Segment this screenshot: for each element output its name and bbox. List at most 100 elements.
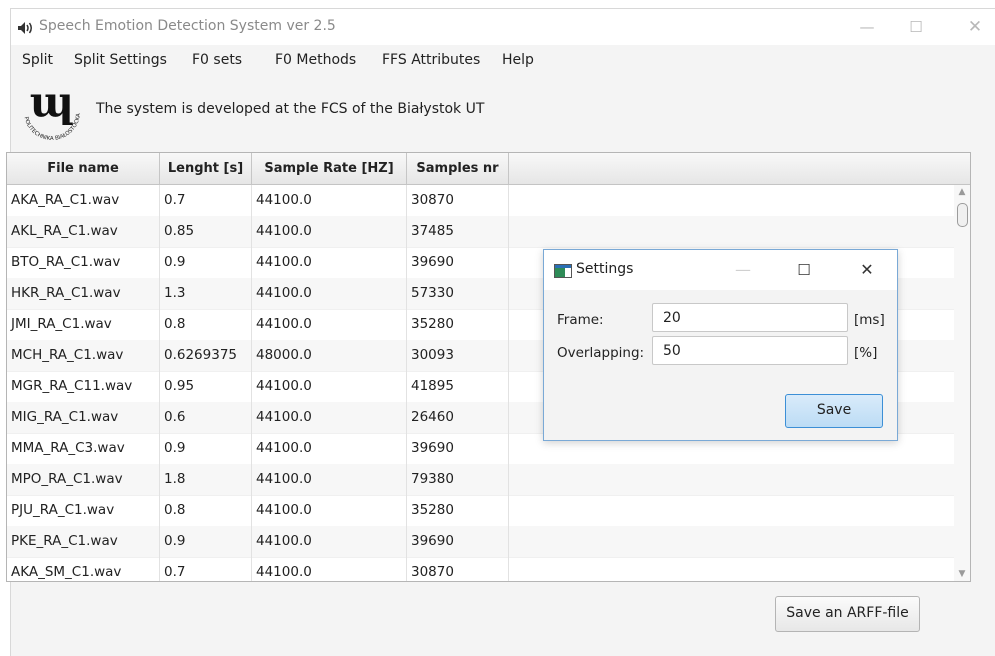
cell-samples-nr: 37485 [407,216,509,247]
column-header-filler [509,153,970,184]
table-row[interactable]: AKA_RA_C1.wav 0.7 44100.0 30870 [7,185,954,217]
cell-sample-rate: 44100.0 [252,464,407,495]
cell-sample-rate: 44100.0 [252,495,407,526]
cell-file-name: PJU_RA_C1.wav [7,495,160,526]
menu-split[interactable]: Split [22,52,53,68]
cell-samples-nr: 39690 [407,433,509,464]
cell-sample-rate: 44100.0 [252,557,407,581]
cell-file-name: MMA_RA_C3.wav [7,433,160,464]
save-arff-button[interactable]: Save an ARFF-file [775,596,920,632]
frame-field[interactable] [652,303,848,332]
overlapping-field[interactable] [652,336,848,365]
table-row[interactable]: PJU_RA_C1.wav 0.8 44100.0 35280 [7,495,954,527]
frame-label: Frame: [557,312,604,328]
university-logo: ɰ POLITECHNIKA BIAŁOSTOCKA [16,74,88,144]
vertical-scrollbar[interactable]: ▲ ▼ [954,185,970,581]
cell-samples-nr: 35280 [407,309,509,340]
cell-filler [509,557,954,581]
settings-save-button[interactable]: Save [785,394,883,428]
cell-length: 1.8 [160,464,252,495]
cell-length: 0.8 [160,309,252,340]
cell-length: 0.9 [160,526,252,557]
cell-file-name: PKE_RA_C1.wav [7,526,160,557]
menu-split-settings[interactable]: Split Settings [74,52,167,68]
table-row[interactable]: PKE_RA_C1.wav 0.9 44100.0 39690 [7,526,954,558]
app-window-icon [554,263,572,278]
frame-unit: [ms] [854,312,885,328]
table-row[interactable]: AKA_SM_C1.wav 0.7 44100.0 30870 [7,557,954,581]
cell-filler [509,185,954,216]
cell-sample-rate: 44100.0 [252,185,407,216]
svg-text:ɰ: ɰ [30,77,74,126]
cell-length: 0.7 [160,185,252,216]
cell-filler [509,495,954,526]
column-header-sample-rate[interactable]: Sample Rate [HZ] [252,153,407,184]
cell-sample-rate: 44100.0 [252,526,407,557]
cell-samples-nr: 30093 [407,340,509,371]
cell-file-name: MIG_RA_C1.wav [7,402,160,433]
dialog-close-icon[interactable]: ✕ [852,258,882,282]
cell-file-name: MGR_RA_C11.wav [7,371,160,402]
window-title: Speech Emotion Detection System ver 2.5 [39,18,336,34]
overlapping-unit: [%] [854,345,878,361]
cell-file-name: HKR_RA_C1.wav [7,278,160,309]
cell-sample-rate: 44100.0 [252,309,407,340]
dialog-maximize-icon[interactable]: ☐ [789,258,819,282]
cell-file-name: AKA_RA_C1.wav [7,185,160,216]
cell-file-name: MPO_RA_C1.wav [7,464,160,495]
table-row[interactable]: MPO_RA_C1.wav 1.8 44100.0 79380 [7,464,954,496]
cell-samples-nr: 79380 [407,464,509,495]
column-header-file-name[interactable]: File name [7,153,160,184]
column-header-samples-nr[interactable]: Samples nr [407,153,509,184]
title-bar[interactable]: Speech Emotion Detection System ver 2.5 … [11,9,995,45]
cell-sample-rate: 48000.0 [252,340,407,371]
cell-filler [509,216,954,247]
overlapping-label: Overlapping: [557,345,645,361]
cell-length: 0.8 [160,495,252,526]
dialog-minimize-icon[interactable]: — [728,258,758,282]
cell-file-name: JMI_RA_C1.wav [7,309,160,340]
speaker-icon [17,20,35,34]
menu-f0-sets[interactable]: F0 sets [192,52,242,68]
cell-samples-nr: 30870 [407,557,509,581]
scroll-thumb[interactable] [957,203,968,227]
cell-file-name: MCH_RA_C1.wav [7,340,160,371]
scroll-up-icon[interactable]: ▲ [954,185,970,199]
table-row[interactable]: AKL_RA_C1.wav 0.85 44100.0 37485 [7,216,954,248]
cell-sample-rate: 44100.0 [252,402,407,433]
cell-samples-nr: 30870 [407,185,509,216]
column-header-length[interactable]: Lenght [s] [160,153,252,184]
cell-file-name: AKA_SM_C1.wav [7,557,160,581]
cell-filler [509,526,954,557]
menu-bar: Split Split Settings F0 sets F0 Methods … [11,46,995,74]
maximize-icon[interactable]: ☐ [896,15,936,39]
menu-help[interactable]: Help [502,52,534,68]
cell-length: 1.3 [160,278,252,309]
close-icon[interactable]: ✕ [955,15,995,39]
cell-sample-rate: 44100.0 [252,278,407,309]
cell-sample-rate: 44100.0 [252,371,407,402]
cell-samples-nr: 39690 [407,247,509,278]
cell-length: 0.9 [160,247,252,278]
cell-samples-nr: 26460 [407,402,509,433]
dialog-title: Settings [576,261,634,277]
cell-samples-nr: 41895 [407,371,509,402]
cell-sample-rate: 44100.0 [252,433,407,464]
settings-dialog: Settings — ☐ ✕ Frame: [ms] Overlapping: … [543,249,898,441]
cell-sample-rate: 44100.0 [252,216,407,247]
info-text: The system is developed at the FCS of th… [96,101,485,117]
cell-length: 0.85 [160,216,252,247]
cell-file-name: AKL_RA_C1.wav [7,216,160,247]
dialog-title-bar[interactable]: Settings — ☐ ✕ [544,250,897,290]
scroll-down-icon[interactable]: ▼ [954,567,970,581]
cell-samples-nr: 57330 [407,278,509,309]
menu-f0-methods[interactable]: F0 Methods [275,52,356,68]
cell-length: 0.7 [160,557,252,581]
cell-file-name: BTO_RA_C1.wav [7,247,160,278]
menu-ffs-attributes[interactable]: FFS Attributes [382,52,480,68]
cell-length: 0.95 [160,371,252,402]
cell-samples-nr: 39690 [407,526,509,557]
cell-samples-nr: 35280 [407,495,509,526]
cell-filler [509,464,954,495]
minimize-icon[interactable]: — [847,15,887,39]
